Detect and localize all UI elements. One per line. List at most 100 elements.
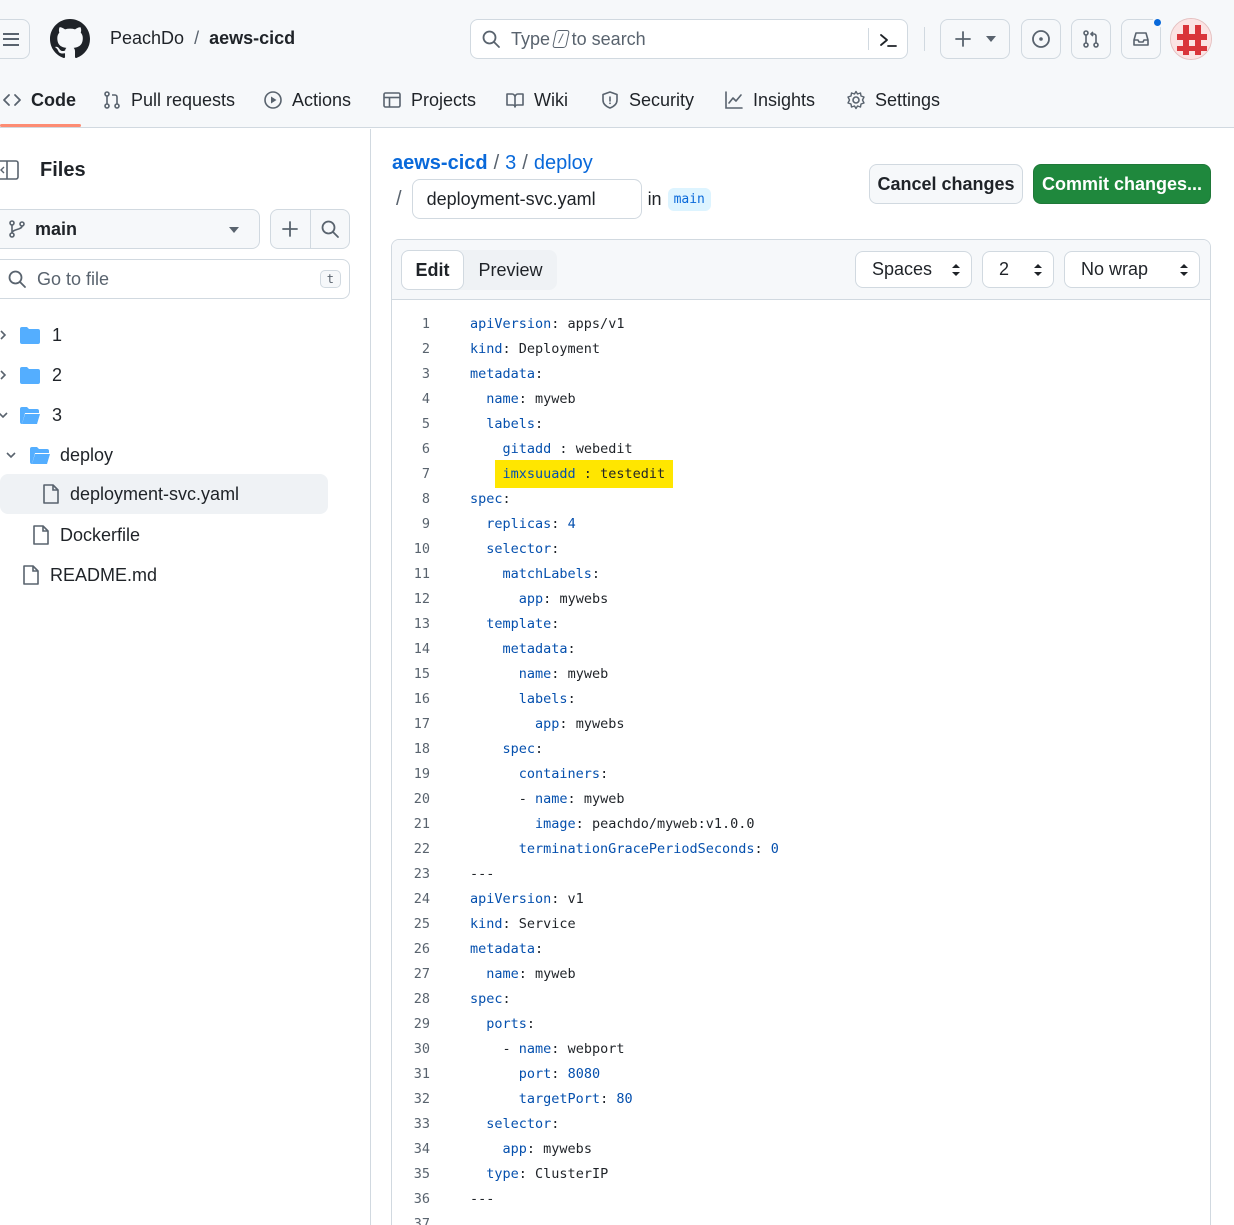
file-tree-sidebar: Files main Go to file t 1 2 3 deploy dep…	[0, 129, 371, 1225]
tab-security[interactable]: Security	[600, 80, 694, 120]
tab-label: Pull requests	[131, 89, 236, 110]
path-dir-link[interactable]: 3	[505, 152, 516, 175]
line-text: replicas: 4	[486, 516, 576, 532]
line-number: 7	[421, 466, 430, 482]
tab-edit[interactable]: Edit	[401, 250, 464, 290]
line-number: 11	[413, 566, 430, 582]
tab-label: Actions	[292, 89, 352, 110]
search-files-button[interactable]	[311, 210, 350, 248]
tree-item-folder-deploy[interactable]: deploy	[4, 435, 326, 475]
code-line: 26 metadata:	[392, 937, 1210, 962]
branch-selector[interactable]: main	[0, 209, 260, 249]
branch-name: main	[35, 218, 78, 239]
folder-open-icon	[30, 446, 50, 464]
indent-mode-value: Spaces	[872, 259, 933, 279]
line-number: 10	[413, 541, 430, 557]
line-number: 37	[413, 1216, 430, 1225]
tab-preview[interactable]: Preview	[464, 250, 557, 290]
line-number: 2	[421, 341, 430, 357]
line-number: 23	[413, 866, 430, 882]
sidebar-collapse-icon[interactable]	[0, 159, 22, 181]
tab-insights[interactable]: Insights	[724, 80, 815, 120]
wrap-mode-select[interactable]: No wrap	[1064, 251, 1200, 288]
indent-mode-select[interactable]: Spaces	[855, 251, 972, 288]
tree-item-label: 2	[52, 364, 63, 385]
tree-item-folder-3[interactable]: 3	[0, 395, 326, 435]
line-number: 27	[413, 966, 430, 982]
line-number: 35	[413, 1166, 430, 1182]
search-shortcut-key: /	[552, 30, 570, 48]
code-line: 8 spec:	[392, 487, 1210, 512]
tab-projects[interactable]: Projects	[382, 80, 476, 120]
line-number: 1	[421, 316, 430, 332]
path-repo-link[interactable]: aews-cicd	[392, 152, 488, 175]
line-number: 29	[413, 1016, 430, 1032]
hamburger-icon	[3, 32, 19, 46]
tab-code[interactable]: Code	[2, 80, 76, 120]
tab-wiki[interactable]: Wiki	[505, 80, 568, 120]
code-line: 15 name: myweb	[392, 662, 1210, 687]
play-icon	[264, 91, 282, 109]
branch-badge: main	[667, 187, 711, 211]
line-text: terminationGracePeriodSeconds: 0	[518, 841, 779, 857]
go-to-file-input[interactable]: Go to file t	[0, 259, 350, 299]
menu-button[interactable]	[0, 19, 30, 59]
line-number: 8	[421, 491, 430, 507]
code-line: 13 template:	[392, 612, 1210, 637]
code-line: 11 matchLabels:	[392, 562, 1210, 587]
edit-preview-toggle: Edit Preview	[401, 250, 557, 290]
tab-label: Settings	[875, 89, 941, 110]
commit-changes-button[interactable]: Commit changes...	[1033, 164, 1211, 204]
code-line: 1 apiVersion: apps/v1	[392, 312, 1210, 337]
sidebar-title: Files	[40, 159, 86, 181]
tree-item-file-deployment-svc[interactable]: deployment-svc.yaml	[0, 474, 328, 514]
line-number: 25	[413, 916, 430, 932]
github-logo-icon[interactable]	[50, 19, 90, 59]
editor-toolbar: Edit Preview Spaces 2 No wrap	[392, 240, 1210, 300]
owner-link[interactable]: PeachDo	[110, 28, 184, 49]
tree-item-label: 3	[52, 404, 63, 425]
file-icon	[43, 484, 59, 504]
code-line: 29 ports:	[392, 1012, 1210, 1037]
issues-button[interactable]	[1021, 19, 1061, 59]
tab-label: Insights	[753, 89, 816, 110]
line-text: containers:	[518, 766, 609, 782]
avatar[interactable]	[1170, 18, 1212, 60]
line-number: 9	[421, 516, 430, 532]
command-palette-icon[interactable]	[877, 29, 899, 51]
line-text: name: myweb	[486, 391, 576, 407]
search-prefix: Type	[511, 28, 551, 49]
code-line: 4 name: myweb	[392, 387, 1210, 412]
filename-input[interactable]: deployment-svc.yaml	[411, 179, 642, 219]
tree-item-folder-2[interactable]: 2	[0, 355, 326, 395]
create-new-button[interactable]	[940, 19, 1010, 59]
path-dir-link[interactable]: deploy	[534, 152, 593, 175]
tab-settings[interactable]: Settings	[846, 80, 940, 120]
breadcrumb-separator: /	[194, 28, 200, 48]
search-input[interactable]: Type / to search	[470, 19, 908, 59]
code-line: 10 selector:	[392, 537, 1210, 562]
tree-item-folder-1[interactable]: 1	[0, 315, 326, 355]
line-text: apiVersion: apps/v1	[470, 316, 625, 332]
pull-requests-button[interactable]	[1071, 19, 1111, 59]
code-content[interactable]: 1 apiVersion: apps/v1 2 kind: Deployment 3 me…	[392, 312, 1210, 1225]
tree-item-file-dockerfile[interactable]: Dockerfile	[32, 515, 326, 555]
line-text: image: peachdo/myweb:v1.0.0	[535, 816, 755, 832]
line-text: ---	[470, 866, 495, 882]
cancel-changes-button[interactable]: Cancel changes	[869, 164, 1023, 204]
indent-size-select[interactable]: 2	[982, 251, 1054, 288]
app-header: PeachDo / aews-cicd Type / to search Cod…	[0, 0, 1234, 128]
code-line: 37	[392, 1212, 1210, 1225]
tab-actions[interactable]: Actions	[263, 80, 351, 120]
code-line: 7 imxsuuadd : testedit	[392, 460, 1210, 488]
line-number: 36	[413, 1191, 430, 1207]
unread-notification-dot	[1152, 17, 1163, 28]
code-editor: Edit Preview Spaces 2 No wrap 1 apiVersio…	[391, 239, 1211, 1225]
tree-item-file-readme[interactable]: README.md	[22, 555, 326, 595]
add-file-button[interactable]	[271, 210, 311, 248]
search-divider	[868, 28, 869, 50]
repo-link[interactable]: aews-cicd	[209, 28, 295, 49]
tab-pull-requests[interactable]: Pull requests	[102, 80, 235, 120]
code-line: 12 app: mywebs	[392, 587, 1210, 612]
line-number: 26	[413, 941, 430, 957]
